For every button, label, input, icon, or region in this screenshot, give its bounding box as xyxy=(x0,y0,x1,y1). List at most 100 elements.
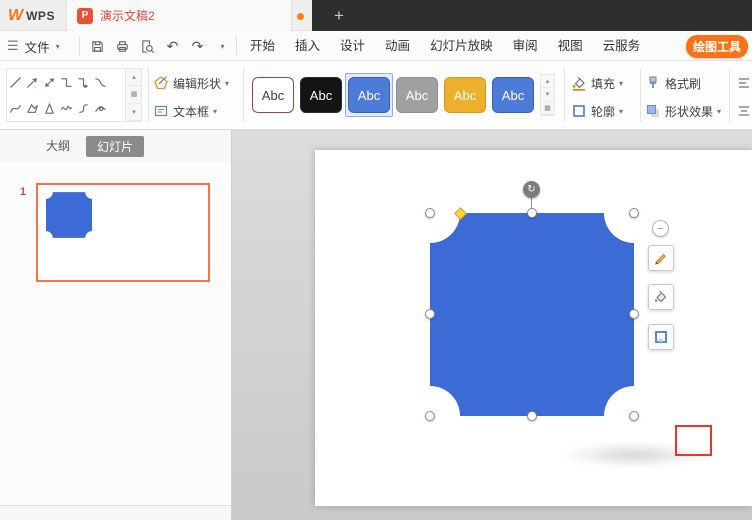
style-gallery-more-button[interactable]: ▦ xyxy=(541,102,554,115)
new-tab-button[interactable]: + xyxy=(324,0,354,31)
annotation-highlight-box xyxy=(675,425,712,456)
shape-effects-icon xyxy=(647,105,659,117)
document-tab[interactable]: P 演示文稿2 xyxy=(66,0,292,31)
collapse-mini-toolbar-button[interactable]: − xyxy=(652,220,669,237)
outline-button[interactable]: 轮廓 ▾ xyxy=(571,98,623,124)
unsaved-indicator-dot xyxy=(297,13,304,20)
selected-plaque-shape[interactable] xyxy=(430,213,634,416)
tab-home[interactable]: 开始 xyxy=(240,31,285,61)
shape-gallery-item[interactable] xyxy=(41,69,58,95)
gallery-scroll-down-button[interactable]: ▾ xyxy=(127,104,141,121)
text-box-icon xyxy=(154,105,168,117)
separator xyxy=(729,68,730,122)
tab-view[interactable]: 视图 xyxy=(548,31,593,61)
resize-handle-bottom-left[interactable] xyxy=(425,411,435,421)
save-button[interactable] xyxy=(85,31,110,61)
shape-gallery-item[interactable] xyxy=(92,95,109,121)
resize-handle-top[interactable] xyxy=(527,208,537,218)
arrow-line-icon xyxy=(27,77,37,88)
tab-cloud[interactable]: 云服务 xyxy=(593,31,651,61)
shape-gallery-item[interactable] xyxy=(7,95,24,121)
shape-gallery-item[interactable] xyxy=(75,95,92,121)
chevron-down-icon: ▾ xyxy=(619,106,624,116)
shape-gallery-item[interactable] xyxy=(75,69,92,95)
shape-style-label: Abc xyxy=(396,77,438,113)
line-icon xyxy=(10,76,21,88)
outline-tool-button[interactable] xyxy=(648,324,674,350)
tab-insert[interactable]: 插入 xyxy=(285,31,330,61)
shape-gallery-item[interactable] xyxy=(24,95,41,121)
print-button[interactable] xyxy=(110,31,135,61)
tab-slideshow[interactable]: 幻灯片放映 xyxy=(420,31,503,61)
separator xyxy=(243,68,244,122)
format-painter-icon xyxy=(649,76,657,88)
shape-style-swatch-selected[interactable]: Abc xyxy=(345,73,393,117)
wps-menu-button[interactable]: W WPS xyxy=(8,0,55,31)
print-preview-button[interactable] xyxy=(135,31,160,61)
rotate-handle[interactable]: ↻ xyxy=(523,181,540,198)
tab-drawing-tools[interactable]: 绘图工具 xyxy=(686,35,748,58)
shape-style-swatch[interactable]: Abc xyxy=(297,73,345,117)
format-painter-label: 格式刷 xyxy=(665,76,702,91)
shape-gallery xyxy=(6,68,126,139)
shape-style-swatch[interactable]: Abc xyxy=(249,73,297,117)
align-icon xyxy=(739,78,749,88)
resize-handle-top-left[interactable] xyxy=(425,208,435,218)
edit-shape-button[interactable]: 编辑形状 ▾ xyxy=(153,70,229,96)
shape-gallery-item[interactable] xyxy=(7,69,24,95)
style-scroll-down-button[interactable]: ▾ xyxy=(541,88,554,102)
fill-tool-button[interactable] xyxy=(648,284,674,310)
thumbnail-shape xyxy=(46,192,92,238)
resize-handle-left[interactable] xyxy=(425,309,435,319)
resize-handle-bottom-right[interactable] xyxy=(629,411,639,421)
align-group-clipped: 对齐 对齐 xyxy=(736,70,752,126)
file-menu[interactable]: ☰ 文件 ▾ xyxy=(7,31,60,61)
shape-style-swatch[interactable]: Abc xyxy=(393,73,441,117)
style-gallery-scrollbar: ▴ ▾ ▦ xyxy=(540,74,555,116)
hamburger-icon: ☰ xyxy=(7,38,19,53)
printer-icon xyxy=(117,40,128,52)
redo-button[interactable]: ↷ xyxy=(185,31,210,61)
shape-gallery-item[interactable] xyxy=(58,69,75,95)
gallery-scroll-up-button[interactable]: ▴ xyxy=(127,69,141,87)
tab-outline-view[interactable]: 大纲 xyxy=(40,136,76,157)
format-painter-button[interactable]: 格式刷 xyxy=(645,70,721,96)
shape-style-swatch[interactable]: Abc xyxy=(489,73,537,117)
align-button-2[interactable]: 对齐 xyxy=(736,98,752,124)
wps-logo-icon: W xyxy=(8,6,24,24)
shape-gallery-item[interactable] xyxy=(41,95,58,121)
resize-handle-right[interactable] xyxy=(629,309,639,319)
tab-review[interactable]: 审阅 xyxy=(503,31,548,61)
tab-slides-view[interactable]: 幻灯片 xyxy=(86,136,144,157)
resize-handle-top-right[interactable] xyxy=(629,208,639,218)
file-menu-label: 文件 xyxy=(24,40,50,55)
shape-effects-button[interactable]: 形状效果 ▾ xyxy=(645,98,721,124)
tab-animation[interactable]: 动画 xyxy=(375,31,420,61)
style-scroll-up-button[interactable]: ▴ xyxy=(541,75,554,89)
gallery-more-button[interactable]: ▦ xyxy=(127,86,141,104)
edit-shape-icon xyxy=(154,76,168,90)
pencil-icon xyxy=(655,253,666,265)
shape-gallery-item[interactable] xyxy=(24,69,41,95)
rotate-icon: ↻ xyxy=(527,184,536,195)
slide-number: 1 xyxy=(20,186,27,198)
more-commands-button[interactable]: ▾ xyxy=(210,31,235,61)
document-tab-title: 演示文稿2 xyxy=(100,9,155,23)
resize-handle-bottom[interactable] xyxy=(527,411,537,421)
minus-icon: − xyxy=(657,222,664,235)
align-button[interactable]: 对齐 xyxy=(736,70,752,96)
elbow-connector-icon xyxy=(61,77,72,87)
chevron-down-icon: ▾ xyxy=(55,41,60,51)
plus-icon: + xyxy=(334,5,344,25)
separator xyxy=(148,68,149,122)
tab-design[interactable]: 设计 xyxy=(330,31,375,61)
slide-thumbnail[interactable] xyxy=(36,183,210,282)
fill-button[interactable]: 填充 ▾ xyxy=(571,70,623,96)
shape-gallery-item[interactable] xyxy=(92,69,109,95)
shape-gallery-item[interactable] xyxy=(58,95,75,121)
undo-button[interactable]: ↶ xyxy=(160,31,185,61)
brush-tool-button[interactable] xyxy=(648,245,674,271)
shape-style-swatch[interactable]: Abc xyxy=(441,73,489,117)
chevron-down-icon: ▾ xyxy=(717,106,722,116)
text-box-button[interactable]: 文本框 ▾ xyxy=(153,98,229,124)
